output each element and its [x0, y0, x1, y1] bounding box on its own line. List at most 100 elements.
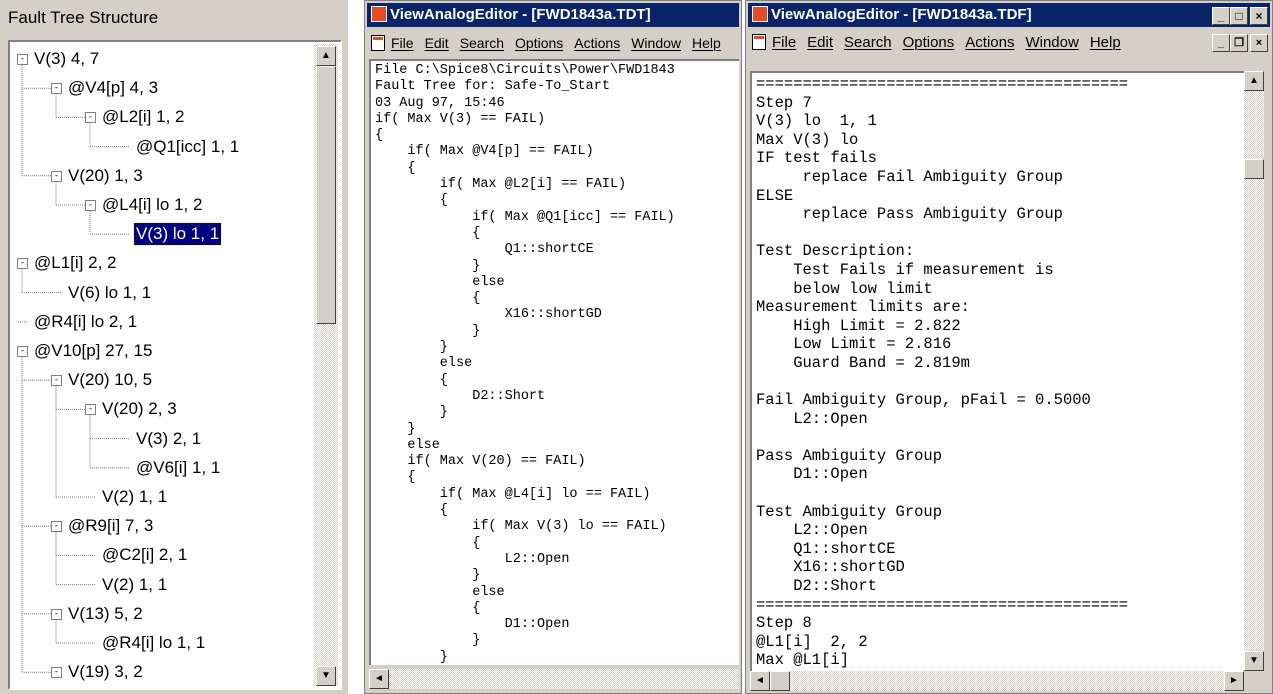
tree-node-v2-b[interactable]: V(2) 1, 1 — [100, 574, 169, 596]
document-icon[interactable] — [371, 35, 385, 51]
maximize-icon: □ — [1235, 9, 1243, 23]
menu-file[interactable]: File — [772, 34, 796, 51]
tree-collapse-toggle[interactable]: - — [51, 667, 62, 679]
minimize-icon: _ — [1217, 9, 1225, 23]
scroll-thumb[interactable] — [770, 671, 790, 691]
maximize-button[interactable]: □ — [1230, 7, 1248, 25]
tree-node-r4i-lo[interactable]: @R4[i] lo 2, 1 — [32, 311, 139, 333]
minimize-icon: _ — [1217, 37, 1225, 49]
menu-actions[interactable]: Actions — [965, 34, 1014, 51]
child-restore-button[interactable]: ❐ — [1230, 34, 1248, 52]
tree-node-v3-b[interactable]: V(3) 2, 1 — [134, 428, 203, 450]
child-close-button[interactable]: × — [1250, 34, 1268, 52]
tree-node-l2i[interactable]: @L2[i] 1, 2 — [100, 106, 186, 128]
tdf-editor-window: ViewAnalogEditor - [FWD1843a.TDF] _ □ × … — [745, 0, 1273, 694]
tdt-document-text[interactable]: File C:\Spice8\Circuits\Power\FWD1843 Fa… — [371, 61, 739, 665]
fault-tree-panel: Fault Tree Structure - V(3) 4, 7- @V4[p] 4… — [0, 0, 348, 694]
tree-collapse-toggle[interactable]: - — [51, 608, 62, 620]
tree-collapse-toggle[interactable]: - — [51, 521, 62, 533]
menu-window[interactable]: Window — [631, 35, 681, 51]
menu-edit[interactable]: Edit — [807, 34, 833, 51]
close-icon: × — [1255, 9, 1263, 23]
menu-bar: File Edit Search Options Actions Window Help — [748, 31, 1270, 55]
tree-collapse-toggle[interactable]: - — [17, 258, 28, 270]
scroll-down-button[interactable]: ▼ — [316, 666, 336, 686]
scroll-up-button[interactable]: ▲ — [316, 46, 336, 66]
tree-node-v20[interactable]: V(20) 1, 3 — [66, 165, 145, 187]
tree-node-v10p[interactable]: @V10[p] 27, 15 — [32, 340, 154, 362]
tree-collapse-toggle[interactable]: - — [85, 200, 96, 211]
fault-tree-view[interactable]: - V(3) 4, 7- @V4[p] 4, 3- @L2[i] 1, 2 @Q1[ic… — [8, 40, 342, 690]
tree-collapse-toggle[interactable]: - — [17, 54, 28, 65]
scroll-left-button[interactable]: ◄ — [750, 671, 770, 691]
tree-node-v19[interactable]: V(19) 3, 2 — [66, 661, 145, 683]
scroll-left-button[interactable]: ◄ — [369, 669, 389, 689]
arrow-up-icon: ▲ — [1249, 75, 1259, 86]
tree-node-v3-lo[interactable]: V(3) lo 1, 1 — [132, 222, 223, 247]
tree-node-v20-c[interactable]: V(20) 2, 3 — [100, 398, 179, 420]
tree-node-q1icc[interactable]: @Q1[icc] 1, 1 — [134, 136, 241, 158]
arrow-left-icon: ◄ — [755, 675, 765, 686]
tree-node-v13[interactable]: V(13) 5, 2 — [66, 603, 145, 625]
tree-collapse-toggle[interactable]: - — [51, 170, 62, 182]
document-text-area[interactable]: ========================================… — [750, 71, 1244, 671]
vertical-scrollbar[interactable]: ▲ ▼ — [1244, 71, 1264, 671]
scroll-thumb[interactable] — [1244, 159, 1264, 179]
scroll-thumb[interactable] — [316, 66, 336, 324]
menu-actions[interactable]: Actions — [574, 35, 620, 51]
tree-node-l1i[interactable]: @L1[i] 2, 2 — [32, 252, 118, 274]
document-text-area[interactable]: File C:\Spice8\Circuits\Power\FWD1843 Fa… — [369, 59, 739, 665]
tree-node-c2i[interactable]: @C2[i] 2, 1 — [100, 544, 189, 566]
arrow-down-icon: ▼ — [321, 670, 331, 681]
tree-node-v3[interactable]: V(3) 4, 7 — [32, 48, 101, 70]
menu-options[interactable]: Options — [903, 34, 955, 51]
horizontal-scrollbar[interactable]: ◄ — [369, 669, 739, 689]
tree-collapse-toggle[interactable]: - — [51, 83, 62, 95]
tree-collapse-toggle[interactable]: - — [85, 112, 96, 124]
app-icon — [371, 6, 387, 22]
arrow-up-icon: ▲ — [321, 50, 331, 61]
window-title: ViewAnalogEditor - [FWD1843a.TDT] — [390, 6, 651, 23]
tree-node-v6i[interactable]: @V6[i] 1, 1 — [134, 457, 222, 479]
tree-collapse-toggle[interactable]: - — [51, 375, 62, 387]
tree-node-l4i-lo[interactable]: @L4[i] lo 1, 2 — [100, 194, 204, 216]
tree-node-r9i[interactable]: @R9[i] 7, 3 — [66, 515, 155, 537]
menu-search[interactable]: Search — [844, 34, 892, 51]
restore-icon: ❐ — [1234, 37, 1244, 49]
close-button[interactable]: × — [1250, 7, 1268, 25]
window-title: ViewAnalogEditor - [FWD1843a.TDF] — [771, 6, 1032, 23]
menu-options[interactable]: Options — [515, 35, 563, 51]
arrow-down-icon: ▼ — [1249, 655, 1259, 666]
scroll-right-button[interactable]: ► — [1224, 671, 1244, 691]
window-titlebar[interactable]: ViewAnalogEditor - [FWD1843a.TDF] _ □ × — [748, 3, 1270, 27]
arrow-left-icon: ◄ — [374, 673, 384, 684]
window-titlebar[interactable]: ViewAnalogEditor - [FWD1843a.TDT] — [367, 3, 739, 27]
menu-help[interactable]: Help — [692, 35, 721, 51]
menu-window[interactable]: Window — [1025, 34, 1078, 51]
tree-node-v6-lo[interactable]: V(6) lo 1, 1 — [66, 282, 153, 304]
tree-node-r4i-lo-b[interactable]: @R4[i] lo 1, 1 — [100, 632, 207, 654]
tree-vertical-scrollbar[interactable]: ▲ ▼ — [314, 44, 338, 686]
tree-node-v4p[interactable]: @V4[p] 4, 3 — [66, 77, 160, 99]
document-icon[interactable] — [752, 34, 766, 50]
child-minimize-button[interactable]: _ — [1212, 34, 1230, 52]
close-icon: × — [1255, 37, 1263, 49]
tree-collapse-toggle[interactable]: - — [85, 404, 96, 416]
menu-help[interactable]: Help — [1090, 34, 1121, 51]
menu-file[interactable]: File — [391, 35, 414, 51]
tdt-editor-window: ViewAnalogEditor - [FWD1843a.TDT] File Ed… — [364, 0, 742, 694]
menu-search[interactable]: Search — [460, 35, 504, 51]
panel-title: Fault Tree Structure — [8, 8, 159, 27]
menu-edit[interactable]: Edit — [425, 35, 449, 51]
arrow-right-icon: ► — [1229, 675, 1239, 686]
scroll-down-button[interactable]: ▼ — [1244, 651, 1264, 671]
app-icon — [752, 6, 768, 22]
minimize-button[interactable]: _ — [1212, 7, 1230, 25]
tdf-document-text[interactable]: ========================================… — [752, 73, 1244, 671]
tree-collapse-toggle[interactable]: - — [17, 346, 28, 357]
tree-node-v20-b[interactable]: V(20) 10, 5 — [66, 369, 154, 391]
menu-bar: File Edit Search Options Actions Window Help — [367, 31, 739, 55]
tree-node-v2[interactable]: V(2) 1, 1 — [100, 486, 169, 508]
scroll-up-button[interactable]: ▲ — [1244, 71, 1264, 91]
horizontal-scrollbar[interactable]: ◄ ► — [750, 671, 1244, 691]
